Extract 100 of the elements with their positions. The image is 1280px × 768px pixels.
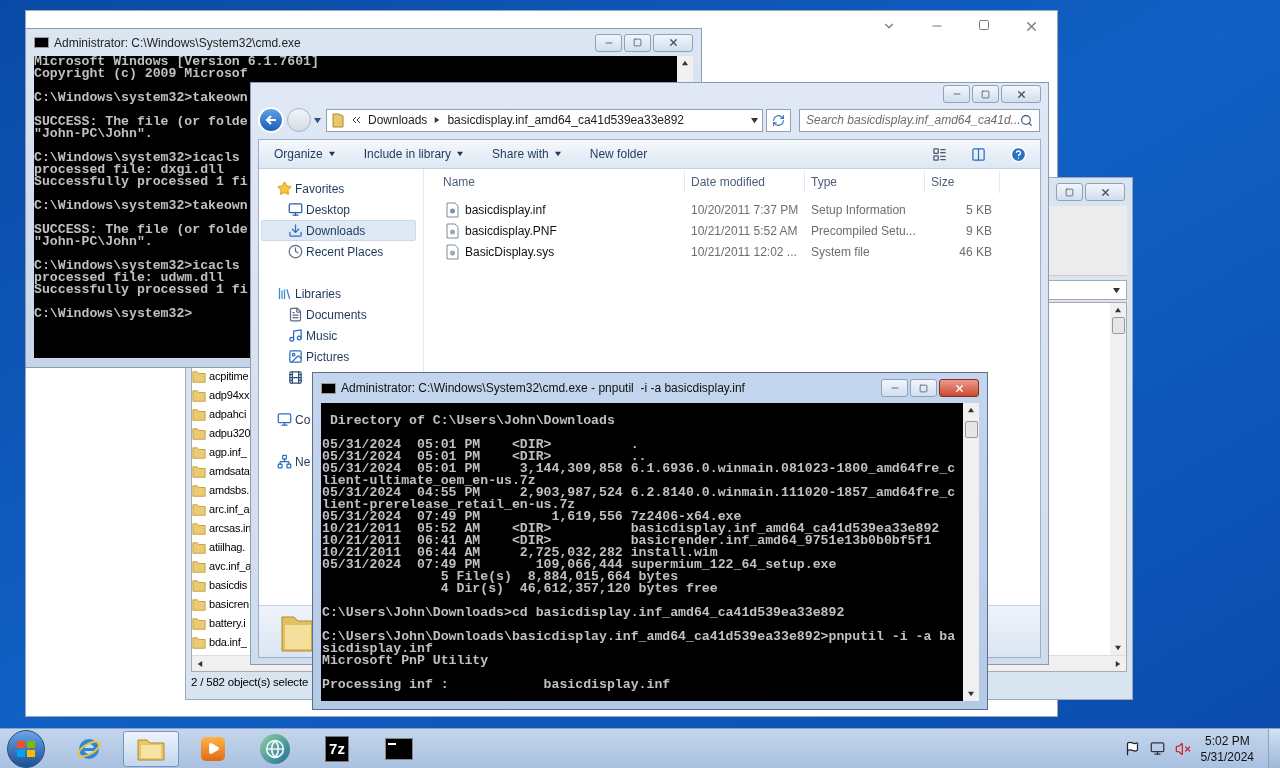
console-line: C:\Windows\system32>icacls (34, 260, 240, 272)
caret-icon[interactable] (751, 116, 758, 124)
refresh-button[interactable] (766, 108, 791, 132)
column-header[interactable]: Size (925, 171, 1000, 193)
file-list-item[interactable]: arc.inf_a (192, 500, 250, 519)
column-header[interactable]: Name (424, 171, 685, 193)
file-row[interactable]: basicdisplay.PNF 10/21/2011 5:52 AM Precompiled Setu... 9 KB (424, 220, 1040, 241)
file-list-item[interactable]: atiilhag. (192, 538, 246, 557)
maximize-button[interactable] (910, 379, 937, 397)
double-chevron-icon[interactable] (352, 116, 361, 124)
scrollbar-thumb[interactable] (964, 421, 978, 438)
console-line: 05/31/2024 07:49 PM 109,066,444 supermium_122_64_setup.exe (322, 559, 837, 571)
dropdown-field[interactable] (1049, 280, 1127, 300)
preview-pane-icon[interactable] (971, 146, 986, 162)
download-icon (288, 223, 303, 238)
toolbar-button[interactable]: Include in library (363, 145, 464, 163)
clock[interactable]: 5:02 PM 5/31/2024 (1200, 732, 1254, 765)
folder-icon (192, 616, 206, 631)
nav-item[interactable]: Co (261, 409, 313, 430)
file-row[interactable]: BasicDisplay.sys 10/21/2011 12:02 ... System file 46 KB (424, 241, 1040, 262)
nav-item[interactable]: Favorites (261, 178, 347, 199)
start-button[interactable] (7, 729, 45, 768)
caret-icon[interactable] (554, 151, 561, 157)
file-list-item[interactable]: amdsata (192, 462, 250, 481)
column-header[interactable]: Type (805, 171, 925, 193)
minimize-button[interactable] (595, 33, 622, 52)
flag-icon[interactable] (1124, 741, 1140, 756)
close-button[interactable] (653, 33, 693, 52)
arrow-up-icon[interactable] (968, 407, 974, 413)
file-list-item[interactable]: adpu320 (192, 424, 251, 443)
back-button[interactable] (258, 107, 284, 133)
scrollbar-thumb[interactable] (1111, 317, 1125, 334)
search-field[interactable]: Search basicdisplay.inf_amd64_ca41d... (799, 108, 1040, 132)
file-list-item[interactable]: basicren (192, 595, 249, 614)
arrow-down-icon[interactable] (968, 691, 974, 697)
file-list-item[interactable]: bda.inf_ (192, 633, 247, 652)
arrow-down-icon[interactable] (1115, 645, 1121, 651)
nav-item[interactable]: Desktop (261, 199, 353, 220)
breadcrumb-item[interactable]: basicdisplay.inf_amd64_ca41d539ea33e892 (447, 111, 684, 129)
file-list-item[interactable]: adp94xx (192, 386, 250, 405)
file-list-item[interactable]: basicdis (192, 576, 248, 595)
address-bar[interactable]: Downloads basicdisplay.inf_amd64_ca41d539ea33e892 (326, 108, 763, 132)
scrollbar[interactable] (963, 403, 979, 701)
file-list-item[interactable]: adpahci (192, 405, 247, 424)
arrow-left-icon (265, 114, 277, 126)
scrollbar[interactable] (1110, 303, 1126, 655)
search-icon (1020, 113, 1033, 127)
nav-item[interactable]: Recent Places (261, 241, 386, 262)
folder-icon (192, 483, 206, 498)
maximize-icon[interactable] (978, 19, 990, 31)
folder-icon (192, 369, 206, 384)
caret-icon[interactable] (328, 151, 335, 157)
file-list-item[interactable]: avc.inf_a (192, 557, 252, 576)
caret-icon[interactable] (314, 116, 321, 124)
file-list-item[interactable]: acpitime (192, 367, 249, 386)
document-icon (446, 222, 459, 239)
folder-icon (192, 597, 206, 612)
close-button[interactable] (939, 379, 979, 397)
toolbar-button[interactable]: Organize (274, 145, 335, 163)
breadcrumb-item[interactable]: Downloads (368, 111, 428, 129)
column-header[interactable]: Date modified (685, 171, 805, 193)
document-icon (288, 307, 303, 322)
arrow-left-icon[interactable] (197, 660, 203, 667)
muted-speaker-icon[interactable] (1174, 740, 1191, 757)
nav-item[interactable]: Pictures (261, 346, 352, 367)
maximize-button[interactable] (624, 33, 651, 52)
network-icon (277, 454, 292, 469)
console-line: Microsoft PnP Utility (322, 655, 489, 667)
nav-item[interactable]: Music (261, 325, 340, 346)
file-list-item[interactable]: battery.i (192, 614, 246, 633)
close-button[interactable] (1085, 183, 1125, 201)
music-note-icon (288, 328, 303, 343)
toolbar-button[interactable]: Share with (492, 145, 561, 163)
file-list-item[interactable]: agp.inf_ (192, 443, 247, 462)
close-icon (1099, 186, 1111, 198)
help-icon[interactable] (1010, 145, 1027, 163)
file-list-item[interactable]: amdsbs. (192, 481, 250, 500)
close-icon[interactable] (1024, 19, 1039, 34)
taskbar-button[interactable]: 7z (309, 730, 365, 767)
nav-item[interactable]: Ne (261, 451, 313, 472)
caret-icon[interactable] (457, 151, 464, 157)
maximize-button[interactable] (1056, 183, 1083, 201)
app-logo: 7z (325, 735, 349, 762)
file-row[interactable]: basicdisplay.inf 10/20/2011 7:37 PM Setup Information 5 KB (424, 199, 1040, 220)
maximize-button[interactable] (972, 85, 999, 103)
nav-item[interactable]: Documents (261, 304, 369, 325)
separator-arrow-icon[interactable] (434, 117, 441, 123)
toolbar-button[interactable]: New folder (589, 145, 648, 163)
view-options-icon[interactable] (932, 146, 947, 162)
minimize-button[interactable] (881, 379, 908, 397)
nav-item[interactable]: Libraries (261, 283, 344, 304)
arrow-up-icon[interactable] (682, 60, 688, 66)
arrow-up-icon[interactable] (1115, 307, 1121, 313)
console-line: Successfully processed 1 fi (34, 284, 248, 296)
nav-item[interactable]: Downloads (261, 220, 416, 241)
arrow-right-icon[interactable] (1115, 660, 1121, 667)
minimize-button[interactable] (943, 85, 970, 103)
close-button[interactable] (1001, 85, 1041, 103)
network-icon[interactable] (1149, 741, 1165, 756)
caret-icon[interactable] (1113, 286, 1120, 294)
